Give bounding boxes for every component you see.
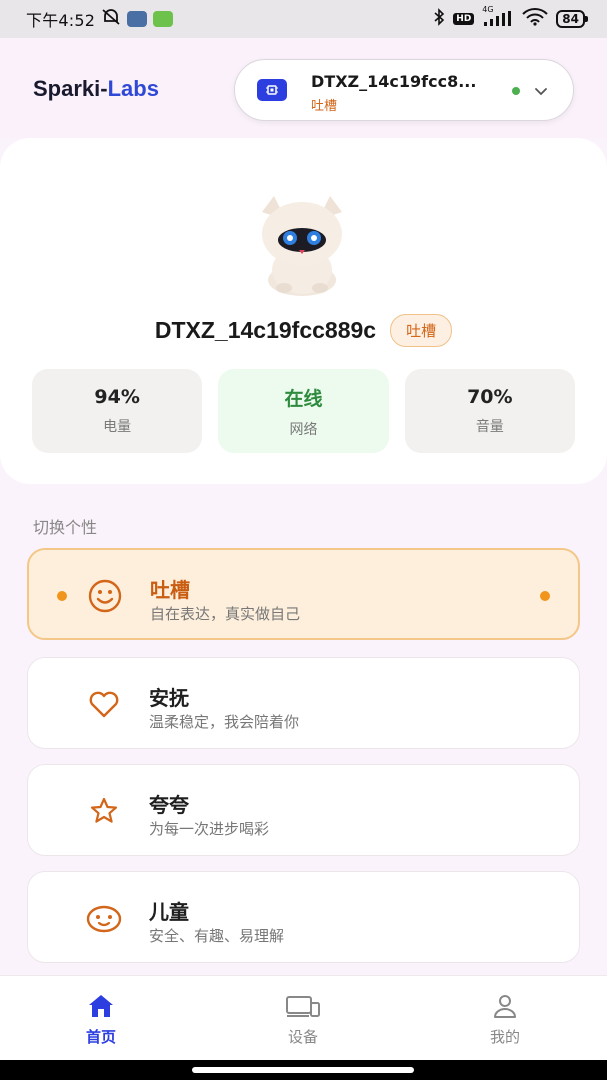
home-gesture-handle[interactable]	[192, 1067, 414, 1073]
network-type: 4G	[482, 5, 494, 14]
mode-desc: 温柔稳定，我会陪着你	[149, 713, 300, 731]
nav-profile[interactable]: 我的	[445, 994, 565, 1047]
stat-value: 70%	[467, 386, 513, 408]
chevron-down-icon	[534, 83, 548, 102]
nav-label: 首页	[85, 1028, 116, 1046]
home-icon	[86, 994, 116, 1022]
mode-title: 安抚	[149, 686, 189, 710]
wifi-icon	[522, 8, 549, 30]
bottom-navigation: 首页 设备 我的	[0, 975, 607, 1060]
stat-label: 电量	[103, 419, 132, 435]
profile-icon	[490, 994, 520, 1022]
device-stats: 94% 电量 在线 网络 70% 音量	[32, 369, 575, 453]
app-notification-icon	[127, 11, 148, 27]
bluetooth-icon	[433, 8, 445, 30]
device-name: DTXZ_14c19fcc889c	[154, 317, 377, 343]
selected-device-name: DTXZ_14c19fcc8...	[311, 72, 477, 91]
smile-icon	[87, 578, 123, 614]
chip-icon	[257, 79, 287, 101]
mode-option-praise[interactable]: 夸夸 为每一次进步喝彩	[27, 764, 580, 856]
stat-battery: 94% 电量	[32, 369, 203, 453]
stat-value: 94%	[94, 386, 140, 408]
nav-devices[interactable]: 设备	[243, 994, 363, 1047]
mode-title: 儿童	[149, 900, 189, 924]
android-notification-icon	[153, 11, 174, 27]
brand-logo: Sparki-Labs	[33, 76, 159, 101]
mode-desc: 为每一次进步喝彩	[149, 820, 270, 838]
hd-icon: HD	[453, 13, 475, 25]
mode-title: 夸夸	[149, 793, 189, 817]
stat-label: 网络	[289, 421, 318, 438]
battery-indicator: 84	[556, 10, 588, 28]
bell-muted-icon	[101, 8, 121, 30]
device-title-row: DTXZ_14c19fcc889c 吐槽	[0, 314, 607, 347]
stat-network: 在线 网络	[218, 369, 389, 453]
mode-desc: 自在表达，真实做自己	[150, 605, 301, 623]
mode-badge: 吐槽	[390, 314, 453, 347]
active-indicator-dot	[540, 591, 550, 601]
pet-avatar	[244, 190, 360, 300]
mode-option-kids[interactable]: 儿童 安全、有趣、易理解	[27, 871, 580, 963]
stat-volume: 70% 音量	[404, 369, 575, 453]
signal-icon: 4G	[482, 5, 514, 27]
app-header: Sparki-Labs DTXZ_14c19fcc8... 吐槽	[0, 38, 607, 138]
stat-label: 音量	[475, 419, 504, 435]
stat-value: 在线	[284, 387, 323, 410]
device-selector-dropdown[interactable]: DTXZ_14c19fcc8... 吐槽	[234, 59, 574, 121]
star-icon	[86, 793, 122, 829]
nav-label: 设备	[287, 1028, 318, 1046]
child-face-icon	[86, 900, 122, 936]
section-label-personality: 切换个性	[33, 518, 98, 537]
selected-device-mode: 吐槽	[311, 99, 338, 114]
device-overview-card: DTXZ_14c19fcc889c 吐槽 94% 电量 在线 网络 70% 音量	[0, 138, 607, 484]
mode-desc: 安全、有趣、易理解	[149, 927, 285, 945]
online-status-dot	[512, 87, 520, 95]
mode-option-roast[interactable]: 吐槽 自在表达，真实做自己	[27, 548, 580, 640]
devices-icon	[285, 994, 321, 1022]
active-indicator-dot	[57, 591, 67, 601]
nav-label: 我的	[489, 1028, 520, 1046]
heart-icon	[86, 686, 122, 722]
nav-home[interactable]: 首页	[41, 994, 161, 1047]
status-time: 下午4:52	[26, 11, 96, 30]
mode-title: 吐槽	[150, 578, 190, 602]
mode-option-comfort[interactable]: 安抚 温柔稳定，我会陪着你	[27, 657, 580, 749]
status-bar: 下午4:52 HD 4G 84	[0, 0, 607, 38]
